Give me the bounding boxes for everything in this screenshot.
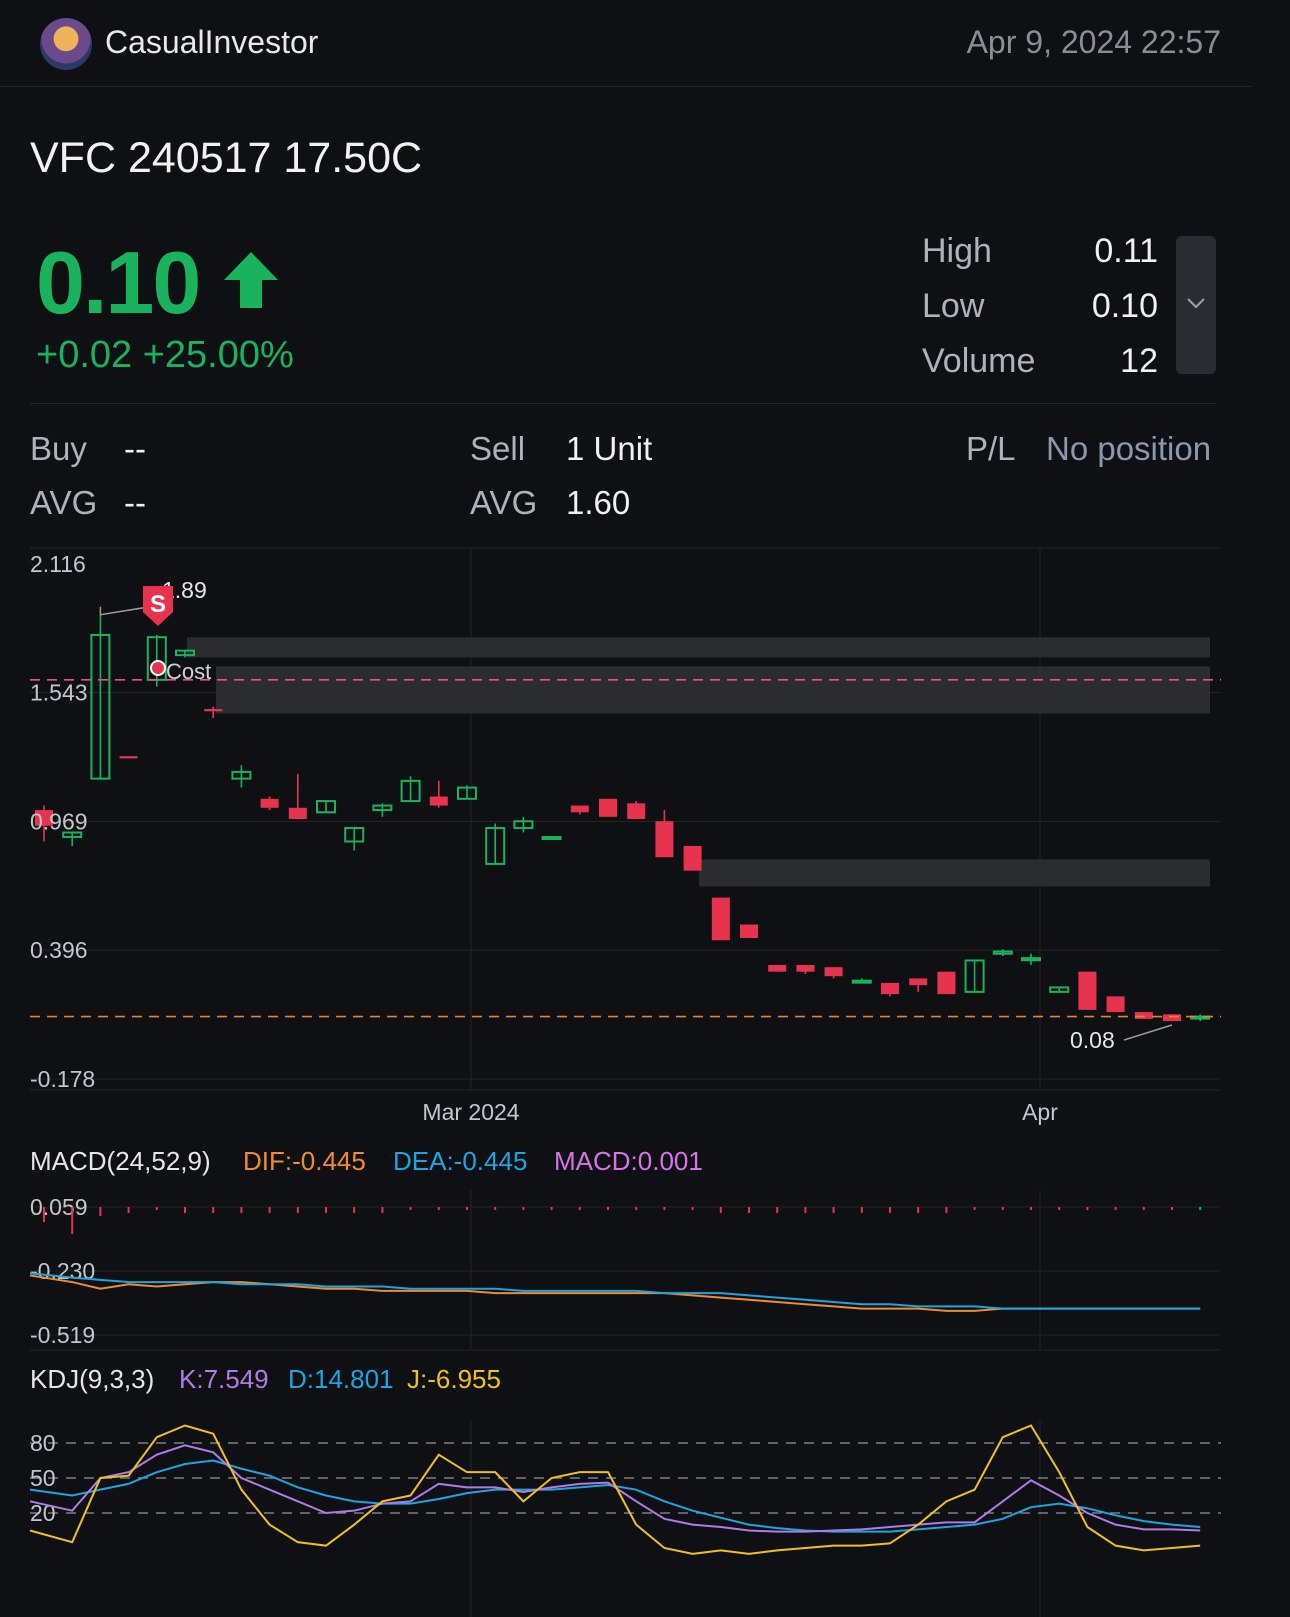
- sell-avg-value: 1.60: [566, 484, 631, 521]
- kdj-k-label: K:7.549: [179, 1364, 269, 1394]
- candle-body: [740, 924, 758, 939]
- candle-body: [937, 971, 956, 995]
- post-header: CasualInvestor Apr 9, 2024 22:57: [0, 0, 1251, 87]
- candle-body: [599, 798, 617, 817]
- high-label: High: [922, 232, 992, 270]
- volume-value: 12: [1120, 342, 1158, 380]
- price-chart-area[interactable]: 2.116 1.543 0.969 0.396 -0.178 Mar 2024 Apr MA…: [0, 540, 1251, 1617]
- chevron-down-icon: [1187, 298, 1205, 309]
- post-timestamp: Apr 9, 2024 22:57: [966, 24, 1221, 60]
- low-annotation-label: 0.08: [1070, 1027, 1115, 1053]
- macd-dea-line: [29, 1272, 1201, 1310]
- macd-y-tick: 0.059: [30, 1194, 88, 1220]
- kdj-y-tick: 50: [30, 1465, 56, 1491]
- macd-dea-label: DEA:-0.445: [393, 1146, 527, 1176]
- high-annotation-leader: [99, 605, 151, 616]
- cost-marker-label: Cost: [166, 659, 211, 684]
- avatar[interactable]: [40, 18, 92, 70]
- pl-value: No position: [1046, 430, 1212, 467]
- username[interactable]: CasualInvestor: [105, 24, 318, 61]
- candle-body: [768, 964, 787, 972]
- candle-body: [1106, 996, 1125, 1013]
- candle-body: [627, 803, 646, 820]
- buy-label: Buy: [30, 430, 87, 467]
- kdj-j-line: [29, 1424, 1201, 1555]
- macd-title: MACD(24,52,9): [30, 1146, 211, 1176]
- macd-dif-line: [29, 1274, 1201, 1312]
- candle-body: [881, 982, 899, 995]
- price-up-arrow-icon: [224, 252, 278, 308]
- macd-y-tick: -0.519: [30, 1322, 95, 1348]
- price-change: +0.02 +25.00%: [36, 334, 294, 376]
- candle-body: [1021, 957, 1041, 962]
- macd-dif-label: DIF:-0.445: [243, 1146, 366, 1176]
- macd-hist-label: MACD:0.001: [554, 1146, 703, 1176]
- reference-lines: [30, 679, 1221, 1018]
- buy-value: --: [124, 430, 146, 467]
- candle-body: [655, 821, 674, 858]
- option-symbol: VFC 240517 17.50C: [30, 134, 423, 182]
- price-gap-zone: [216, 666, 1210, 714]
- sell-value: 1 Unit: [566, 430, 653, 467]
- low-annotation-leader: [1123, 1024, 1173, 1041]
- kdj-y-tick: 80: [30, 1430, 56, 1456]
- candle-body: [1078, 971, 1097, 1010]
- divider: [30, 403, 1216, 404]
- last-price: 0.10: [36, 233, 201, 332]
- candle-body: [119, 756, 138, 759]
- low-label: Low: [922, 287, 985, 325]
- x-axis-date-label: Apr: [1022, 1099, 1058, 1125]
- candle-body: [570, 805, 589, 813]
- sell-label: Sell: [470, 430, 526, 467]
- price-y-tick: -0.178: [30, 1066, 95, 1092]
- kdj-title: KDJ(9,3,3): [30, 1364, 154, 1394]
- candle-body: [909, 978, 928, 986]
- kdj-d-line: [29, 1459, 1201, 1533]
- low-value: 0.10: [1091, 287, 1158, 325]
- expand-stats-button[interactable]: [1176, 236, 1216, 374]
- price-y-tick: 0.396: [30, 937, 88, 963]
- candle-body: [204, 709, 223, 712]
- candle-body: [824, 967, 843, 977]
- sell-avg-label: AVG: [470, 484, 538, 521]
- candle-body: [1163, 1014, 1181, 1022]
- price-gap-zone: [699, 859, 1210, 887]
- pl-label: P/L: [966, 430, 1016, 467]
- sell-marker-letter: S: [150, 591, 166, 618]
- macd-panel: MACD(24,52,9) DIF:-0.445 DEA:-0.445 MACD:0.…: [29, 1146, 1221, 1351]
- kdj-j-label: J:-6.955: [407, 1364, 501, 1394]
- kdj-k-line: [29, 1444, 1201, 1533]
- candle-body: [683, 845, 702, 871]
- candle-body: [1134, 1012, 1153, 1019]
- price-y-tick: 1.543: [30, 680, 88, 706]
- candle-body: [796, 964, 815, 972]
- price-y-tick: 0.969: [30, 809, 88, 835]
- candle-body: [711, 897, 730, 941]
- price-y-tick: 2.116: [30, 551, 86, 577]
- candle-body: [541, 835, 562, 840]
- candle-body: [288, 807, 307, 820]
- candle-body: [429, 796, 448, 806]
- kdj-panel: KDJ(9,3,3) K:7.549 D:14.801 J:-6.955805020: [29, 1364, 1221, 1555]
- high-value: 0.11: [1094, 232, 1158, 270]
- price-gap-zone: [187, 637, 1210, 658]
- candle-body: [851, 979, 872, 984]
- cost-marker-dot: [150, 660, 166, 676]
- kdj-d-label: D:14.801: [288, 1364, 394, 1394]
- buy-avg-value: --: [124, 484, 146, 521]
- buy-avg-label: AVG: [30, 484, 98, 521]
- candle-body: [260, 798, 279, 808]
- x-axis-date-label: Mar 2024: [422, 1099, 519, 1125]
